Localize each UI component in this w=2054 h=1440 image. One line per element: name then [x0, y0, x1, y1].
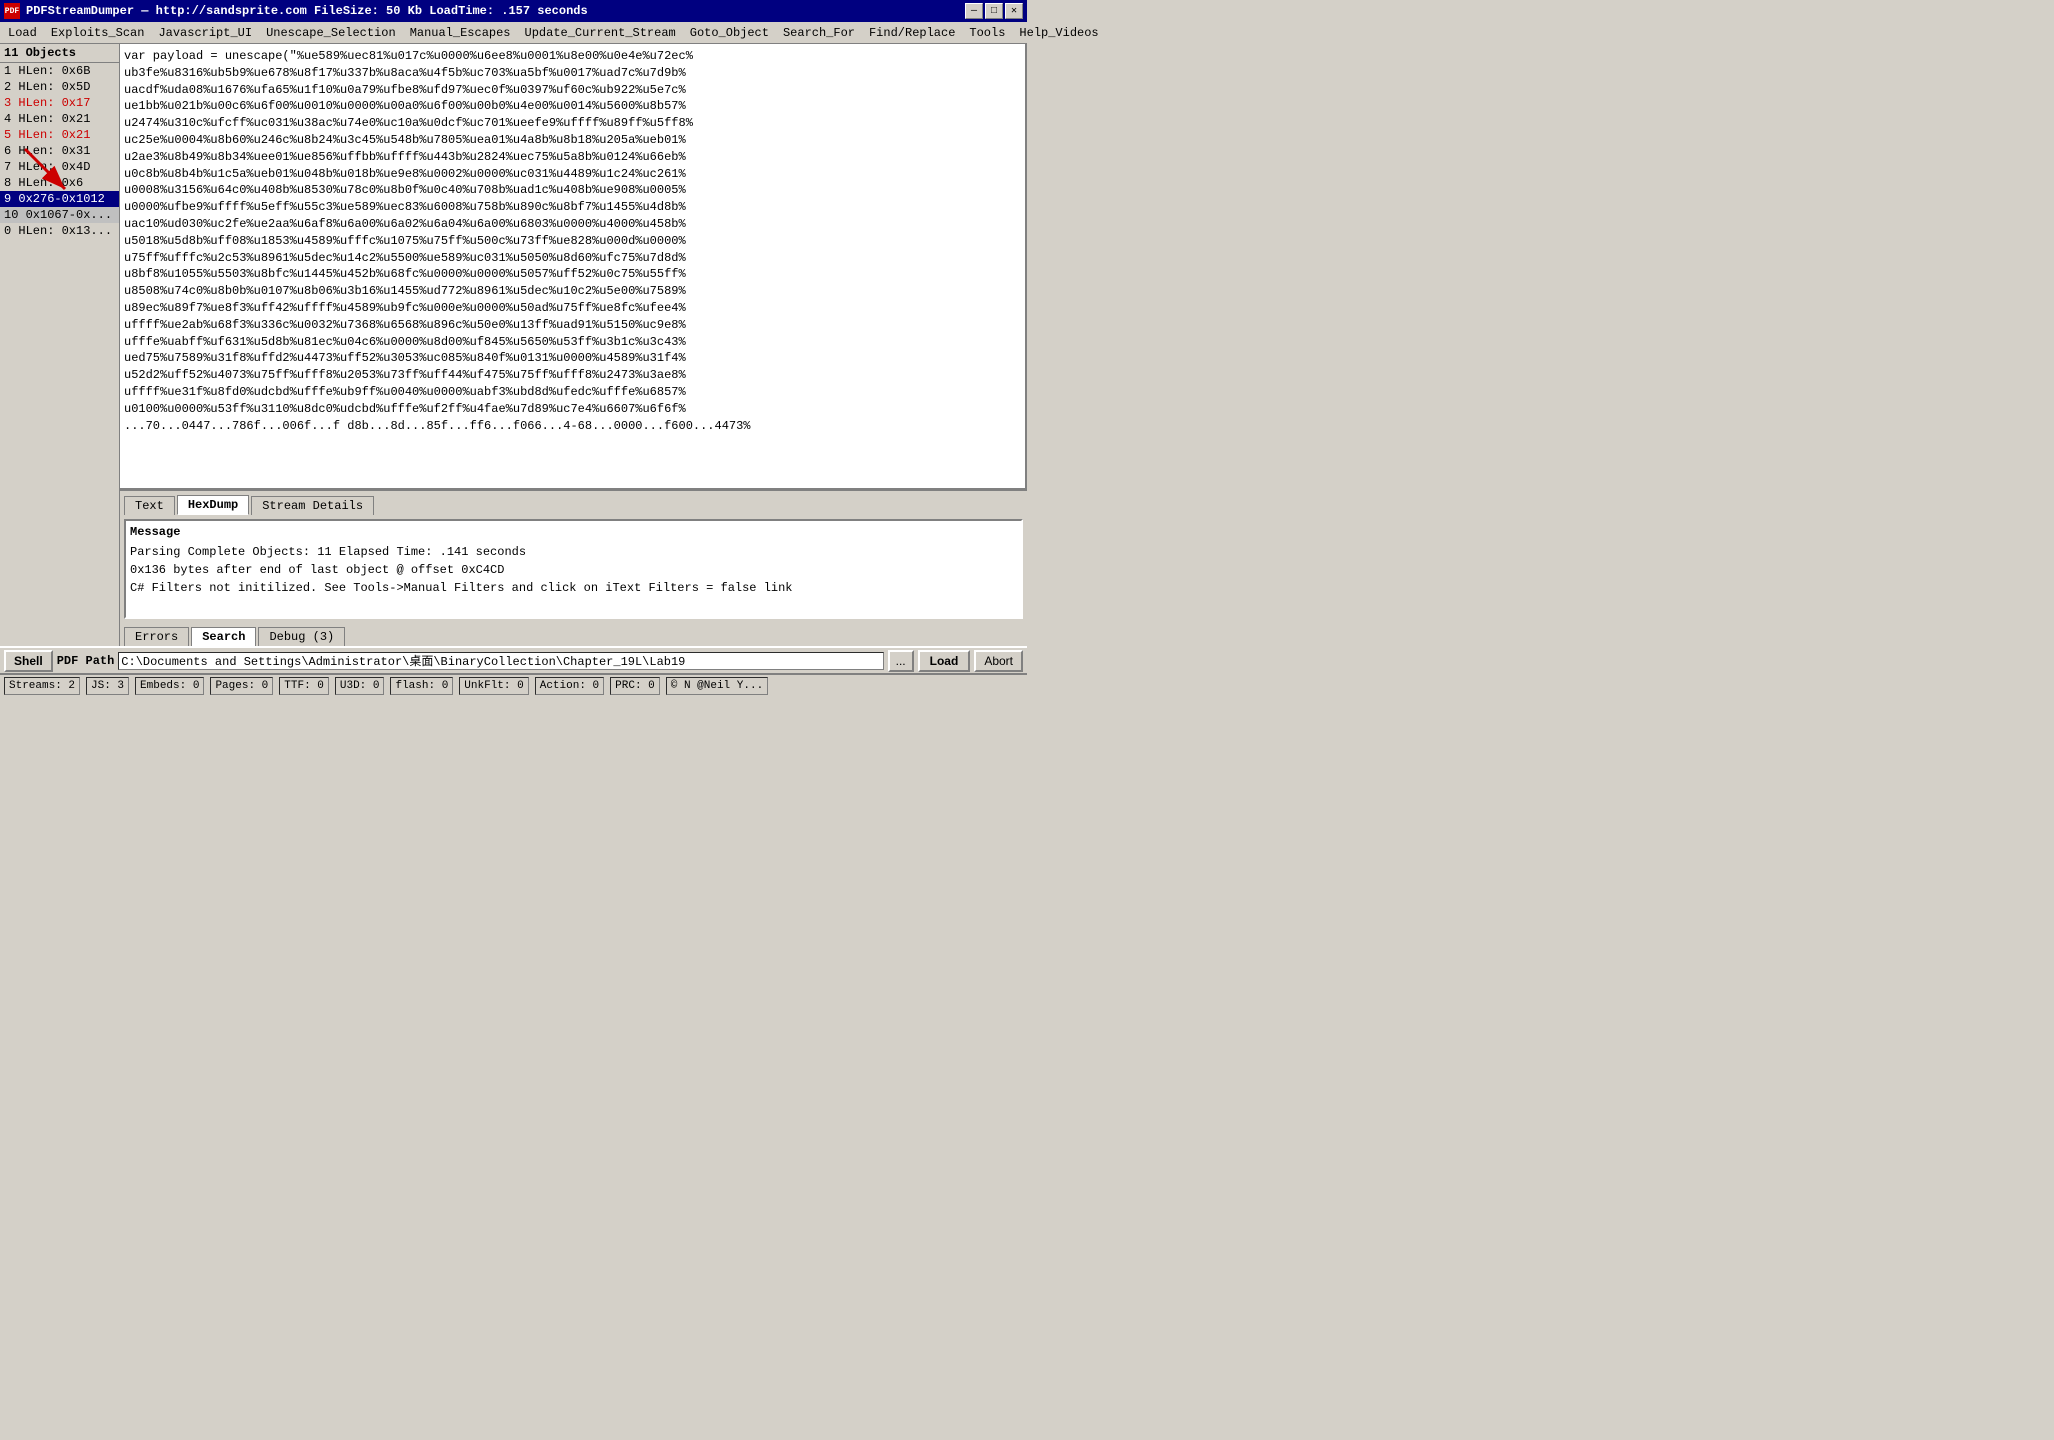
path-input[interactable]: [118, 652, 883, 670]
menu-bar: Load Exploits_Scan Javascript_UI Unescap…: [0, 22, 1027, 44]
message-line-3: C# Filters not initilized. See Tools->Ma…: [130, 579, 1017, 597]
tab-stream-details[interactable]: Stream Details: [251, 496, 374, 515]
menu-find-replace[interactable]: Find/Replace: [863, 24, 961, 42]
sidebar-item-6[interactable]: 6 HLen: 0x31: [0, 143, 119, 159]
status-ttf: TTF: 0: [279, 677, 329, 695]
bottom-tab-errors[interactable]: Errors: [124, 627, 189, 646]
status-embeds: Embeds: 0: [135, 677, 204, 695]
menu-javascript-ui[interactable]: Javascript_UI: [152, 24, 258, 42]
menu-tools[interactable]: Tools: [963, 24, 1011, 42]
menu-manual-escapes[interactable]: Manual_Escapes: [404, 24, 517, 42]
browse-button[interactable]: ...: [888, 650, 914, 672]
status-bar: Streams: 2 JS: 3 Embeds: 0 Pages: 0 TTF:…: [0, 674, 1027, 696]
icon-label: PDF: [5, 7, 19, 16]
sidebar-item-7[interactable]: 7 HLen: 0x4D: [0, 159, 119, 175]
status-js: JS: 3: [86, 677, 129, 695]
message-line-1: Parsing Complete Objects: 11 Elapsed Tim…: [130, 543, 1017, 561]
shell-button[interactable]: Shell: [4, 650, 53, 672]
menu-help-videos[interactable]: Help_Videos: [1013, 24, 1104, 42]
tabs-row: Text HexDump Stream Details: [120, 491, 1027, 515]
path-bar: Shell PDF Path ... Load Abort: [0, 646, 1027, 674]
status-unkflt: UnkFlt: 0: [459, 677, 528, 695]
sidebar-item-0[interactable]: 0 HLen: 0x13...: [0, 223, 119, 239]
status-u3d: U3D: 0: [335, 677, 385, 695]
status-action: Action: 0: [535, 677, 604, 695]
sidebar-item-5[interactable]: 5 HLen: 0x21: [0, 127, 119, 143]
status-streams: Streams: 2: [4, 677, 80, 695]
title-bar-controls: — □ ✕: [965, 3, 1023, 19]
tab-hexdump[interactable]: HexDump: [177, 495, 249, 515]
tabs-section: Text HexDump Stream Details Message Pars…: [120, 490, 1027, 646]
menu-goto-object[interactable]: Goto_Object: [684, 24, 775, 42]
minimize-button[interactable]: —: [965, 3, 983, 19]
menu-update-current-stream[interactable]: Update_Current_Stream: [519, 24, 682, 42]
status-prc: PRC: 0: [610, 677, 660, 695]
title-bar-left: PDF PDFStreamDumper — http://sandsprite.…: [4, 3, 588, 19]
app-icon: PDF: [4, 3, 20, 19]
bottom-tab-search[interactable]: Search: [191, 627, 256, 646]
message-line-2: 0x136 bytes after end of last object @ o…: [130, 561, 1017, 579]
title-bar: PDF PDFStreamDumper — http://sandsprite.…: [0, 0, 1027, 22]
message-content: Parsing Complete Objects: 11 Elapsed Tim…: [130, 543, 1017, 597]
menu-search-for[interactable]: Search_For: [777, 24, 861, 42]
sidebar-header: 11 Objects: [0, 44, 119, 63]
status-flash: flash: 0: [390, 677, 453, 695]
load-button[interactable]: Load: [918, 650, 971, 672]
sidebar-item-8[interactable]: 8 HLen: 0x6: [0, 175, 119, 191]
right-panel: var payload = unescape("%ue589%uec81%u01…: [120, 44, 1027, 646]
abort-button[interactable]: Abort: [974, 650, 1023, 672]
sidebar-item-9[interactable]: 9 0x276-0x1012: [0, 191, 119, 207]
status-pages: Pages: 0: [210, 677, 273, 695]
message-label: Message: [130, 525, 1017, 539]
sidebar-item-3[interactable]: 3 HLen: 0x17: [0, 95, 119, 111]
menu-exploits-scan[interactable]: Exploits_Scan: [45, 24, 151, 42]
sidebar-item-1[interactable]: 1 HLen: 0x6B: [0, 63, 119, 79]
close-button[interactable]: ✕: [1005, 3, 1023, 19]
code-display[interactable]: var payload = unescape("%ue589%uec81%u01…: [120, 44, 1027, 490]
bottom-tab-debug[interactable]: Debug (3): [258, 627, 345, 646]
menu-unescape-selection[interactable]: Unescape_Selection: [260, 24, 402, 42]
pdf-path-label: PDF Path: [57, 654, 115, 668]
status-copyright: © N @Neil Y...: [666, 677, 768, 695]
sidebar: 11 Objects 1 HLen: 0x6B 2 HLen: 0x5D 3 H…: [0, 44, 120, 646]
tab-text[interactable]: Text: [124, 496, 175, 515]
sidebar-item-4[interactable]: 4 HLen: 0x21: [0, 111, 119, 127]
menu-load[interactable]: Load: [2, 24, 43, 42]
bottom-tabs: Errors Search Debug (3): [120, 623, 1027, 646]
message-box: Message Parsing Complete Objects: 11 Ela…: [124, 519, 1023, 619]
sidebar-item-10[interactable]: 10 0x1067-0x...: [0, 207, 119, 223]
maximize-button[interactable]: □: [985, 3, 1003, 19]
title-text: PDFStreamDumper — http://sandsprite.com …: [26, 4, 588, 18]
main-content: 11 Objects 1 HLen: 0x6B 2 HLen: 0x5D 3 H…: [0, 44, 1027, 646]
sidebar-item-2[interactable]: 2 HLen: 0x5D: [0, 79, 119, 95]
